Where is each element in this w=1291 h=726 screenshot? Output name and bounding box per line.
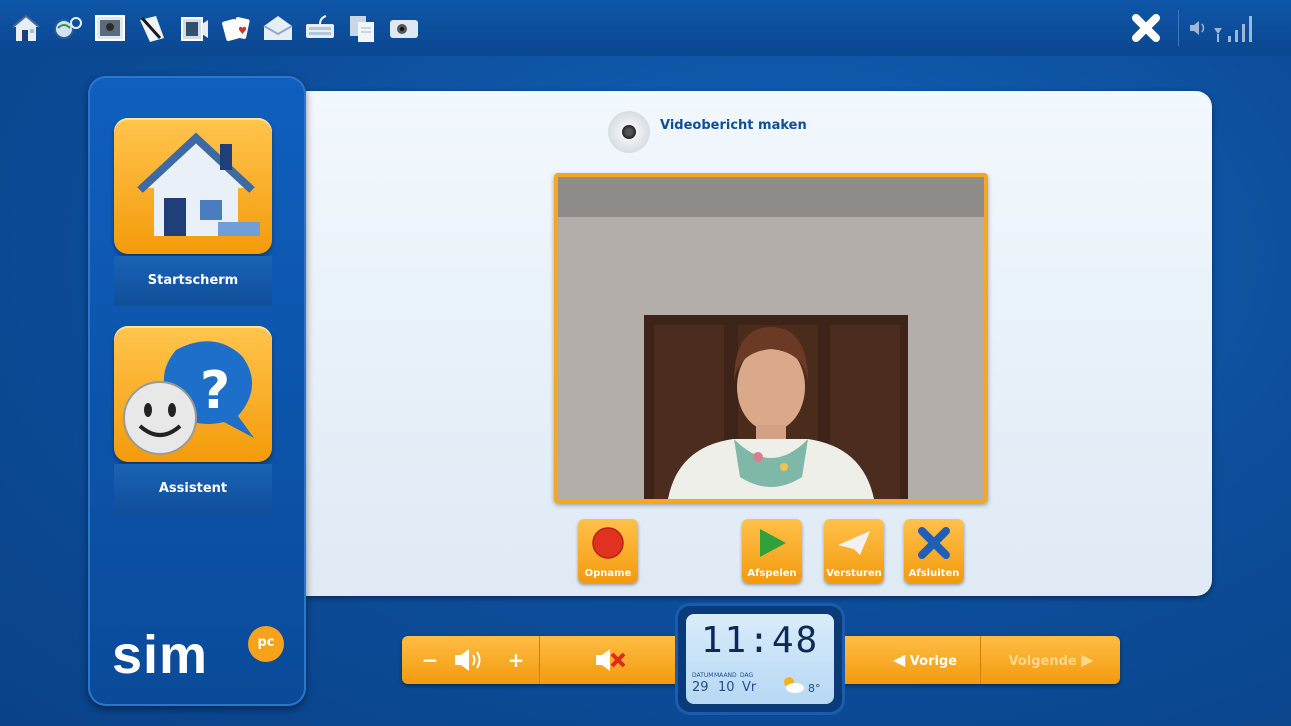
search-globe-icon[interactable] — [52, 12, 84, 44]
sidebar-item-assistent-label[interactable]: Assistent — [114, 464, 272, 514]
cards-icon[interactable]: ♥ — [220, 12, 252, 44]
close-button-label: Afsluiten — [908, 568, 960, 579]
bar-divider — [539, 636, 540, 684]
keyboard-icon[interactable] — [304, 12, 336, 44]
next-button-label: Volgende — [1008, 654, 1077, 669]
sidebar-item-startscherm[interactable] — [114, 118, 272, 254]
sidebar: Startscherm ? Assistent sim pc — [88, 76, 306, 706]
volume-icon — [446, 636, 496, 684]
close-x-icon — [918, 527, 950, 559]
webcam-icon[interactable] — [388, 12, 420, 44]
play-button[interactable]: Afspelen — [742, 519, 802, 583]
top-toolbar: ♥ — [0, 0, 1291, 57]
mail-icon[interactable] — [262, 12, 294, 44]
svg-text:♥: ♥ — [238, 26, 247, 37]
paper-plane-icon — [838, 531, 870, 555]
video-preview-frame — [554, 173, 988, 503]
month-value: 10 — [718, 680, 735, 695]
navigation-bar: ◀ Vorige Volgende ▶ — [840, 636, 1120, 684]
bar-divider — [980, 636, 981, 684]
sidebar-item-assistent[interactable]: ? — [114, 326, 272, 462]
date-label: DATUM — [692, 672, 714, 679]
toolbar-divider — [1178, 10, 1179, 46]
main-panel: Videobericht maken Opname Afspelen Verst… — [306, 91, 1212, 596]
mute-button[interactable] — [582, 636, 642, 684]
temperature: 8° — [808, 682, 821, 695]
previous-button[interactable]: ◀ Vorige — [870, 636, 980, 684]
send-button-label: Versturen — [826, 568, 882, 579]
date-value: 29 — [692, 680, 709, 695]
volume-down-button[interactable]: − — [410, 636, 450, 684]
svg-text:?: ? — [200, 361, 230, 421]
day-label: DAG — [740, 672, 754, 679]
clock-display: 11:48 DATUM MAAND DAG 29 10 Vr 8° — [686, 614, 834, 704]
close-icon[interactable] — [1130, 12, 1162, 44]
photo-icon[interactable] — [94, 12, 126, 44]
camera-feed-image — [558, 177, 984, 499]
clock-widget: 11:48 DATUM MAAND DAG 29 10 Vr 8° — [678, 606, 842, 712]
video-icon[interactable] — [178, 12, 210, 44]
play-icon — [760, 529, 786, 557]
pc-logo-badge: pc — [248, 626, 284, 662]
documents-icon[interactable] — [346, 12, 378, 44]
pen-icon[interactable] — [136, 12, 168, 44]
volume-up-button[interactable]: + — [498, 636, 534, 684]
clock-time: 11:48 — [700, 620, 820, 661]
record-button[interactable]: Opname — [578, 519, 638, 583]
signal-icon — [1212, 12, 1262, 44]
help-smiley-icon: ? — [123, 341, 254, 455]
month-label: MAAND — [714, 672, 737, 679]
arrow-right-icon: ▶ — [1081, 650, 1094, 669]
previous-button-label: Vorige — [909, 654, 958, 669]
send-button[interactable]: Versturen — [824, 519, 884, 583]
arrow-left-icon: ◀ — [892, 650, 906, 669]
record-icon — [592, 527, 624, 559]
mute-icon — [596, 649, 626, 671]
page-title: Videobericht maken — [660, 118, 807, 133]
house-icon — [137, 132, 260, 236]
volume-small-icon[interactable] — [1186, 12, 1210, 44]
next-button[interactable]: Volgende ▶ — [982, 636, 1120, 684]
partly-cloudy-icon — [780, 674, 806, 694]
close-button[interactable]: Afsluiten — [904, 519, 964, 583]
record-button-label: Opname — [584, 568, 632, 579]
sim-logo: sim — [112, 625, 209, 685]
day-value: Vr — [742, 680, 757, 695]
volume-bar: − + — [402, 636, 680, 684]
sidebar-item-startscherm-label[interactable]: Startscherm — [114, 256, 272, 306]
webcam-header-icon — [608, 111, 650, 153]
video-preview — [558, 177, 984, 499]
play-button-label: Afspelen — [747, 568, 797, 579]
home-icon[interactable] — [10, 12, 42, 44]
